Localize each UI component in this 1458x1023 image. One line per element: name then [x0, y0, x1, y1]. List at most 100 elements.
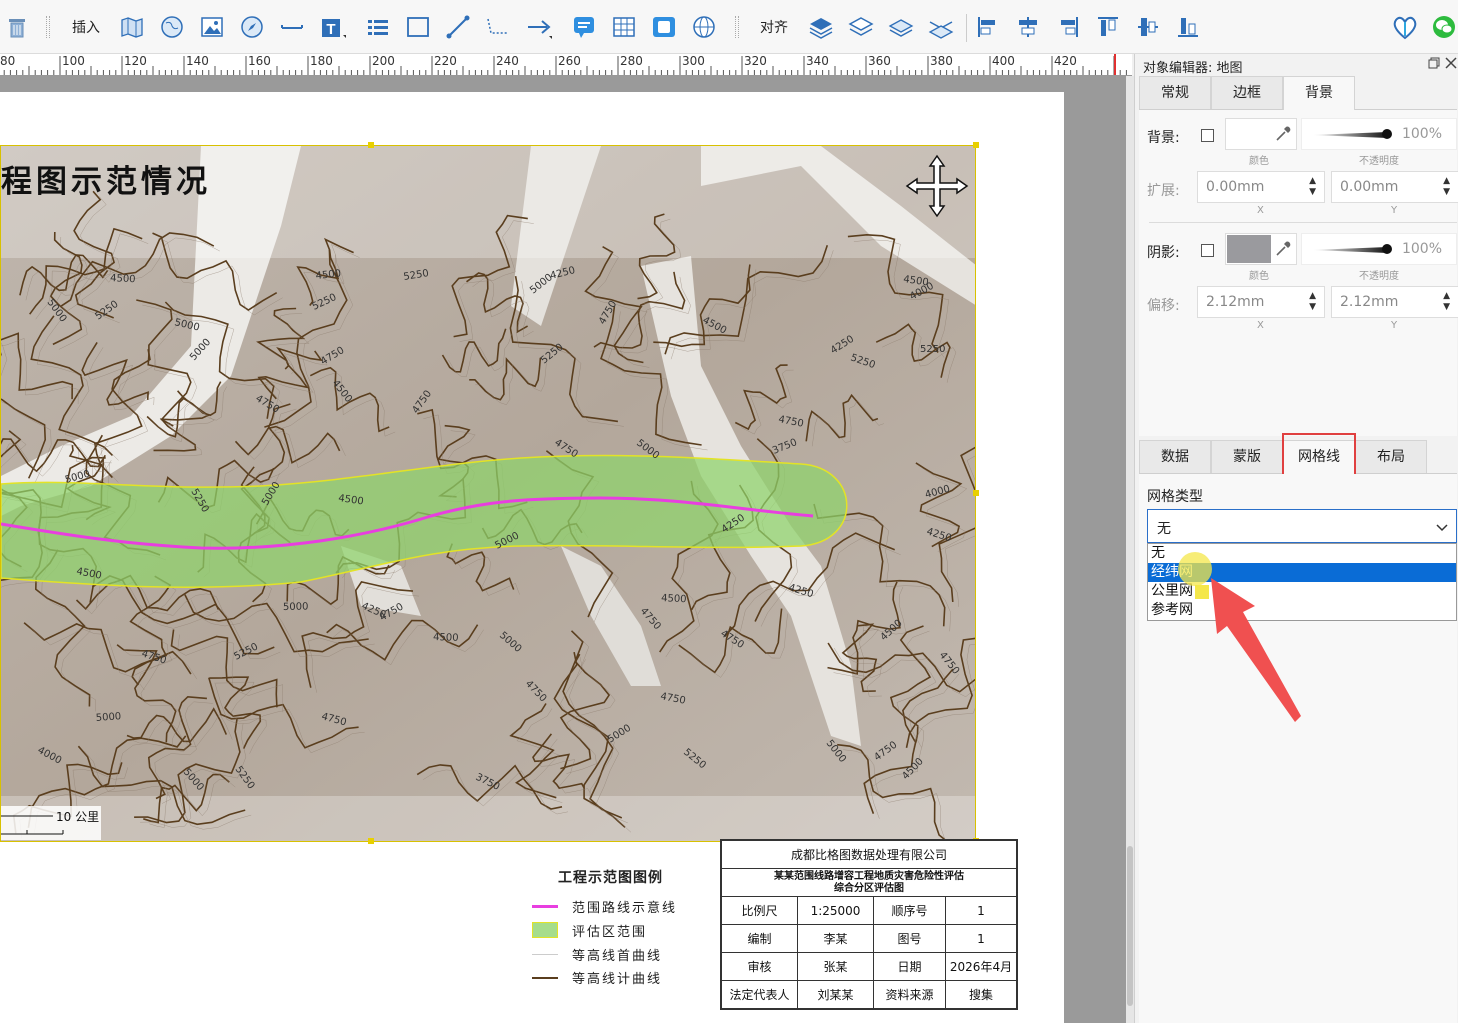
brand-logo-icon[interactable]: [1390, 13, 1420, 41]
canvas-vertical-scrollbar[interactable]: [1126, 76, 1134, 1023]
slider-track: [1312, 247, 1388, 253]
resize-handle-bottom[interactable]: [368, 838, 374, 844]
offset-x-input[interactable]: 2.12mm ▲ ▼: [1197, 286, 1325, 318]
polyline-icon[interactable]: [484, 13, 512, 41]
y-caption: Y: [1391, 205, 1398, 216]
chevron-down-icon[interactable]: [1436, 521, 1448, 536]
ruler-label: 420: [1054, 54, 1077, 68]
slider-knob[interactable]: [1382, 244, 1392, 254]
callout-icon[interactable]: [570, 13, 598, 41]
background-checkbox[interactable]: [1201, 129, 1214, 142]
layer-top-icon[interactable]: [806, 13, 836, 41]
grid-globe-icon[interactable]: [690, 13, 718, 41]
slider-value: 100%: [1401, 241, 1442, 257]
layer-up-icon[interactable]: [846, 13, 876, 41]
align-middle-icon[interactable]: [1134, 13, 1162, 41]
tab-data[interactable]: 数据: [1139, 440, 1211, 473]
svg-text:T: T: [326, 21, 335, 38]
spinner-arrows-icon[interactable]: ▲ ▼: [1309, 291, 1316, 313]
spinner-arrows-icon[interactable]: ▲ ▼: [1309, 176, 1316, 198]
map-frame[interactable]: 4500 4750 4000 3750 4250 4000 4250 4750 3750 4500…: [0, 145, 976, 842]
rectangle-icon[interactable]: [404, 13, 432, 41]
offset-x-value: 2.12mm: [1206, 294, 1265, 310]
extend-x-value: 0.00mm: [1206, 179, 1265, 195]
legend-label: 等高线首曲线: [572, 948, 663, 964]
horizontal-ruler: 80 100 120 140 160 180 200 220 240 260 280 300 320 34…: [0, 54, 1132, 76]
arrow-icon[interactable]: [524, 13, 554, 41]
subject-line-1: 某某范围线路增容工程地质灾害危险性评估: [774, 870, 964, 882]
eyedropper-icon[interactable]: [1274, 240, 1292, 262]
image-icon[interactable]: [198, 13, 226, 41]
background-opacity-slider[interactable]: 100%: [1301, 118, 1457, 150]
wechat-icon[interactable]: [1430, 13, 1458, 41]
slider-knob[interactable]: [1382, 129, 1392, 139]
legend-item-route: 范围路线示意线: [530, 896, 677, 916]
background-properties: 背景: 颜色 100% 不透明度 扩展: 0.00mm ▲ ▼ X 0.00mm …: [1139, 110, 1458, 436]
tab-general[interactable]: 常规: [1139, 76, 1211, 109]
extend-y-input[interactable]: 0.00mm ▲ ▼: [1331, 171, 1458, 203]
list-icon[interactable]: [364, 13, 392, 41]
resize-handle-top[interactable]: [368, 142, 374, 148]
compass-icon[interactable]: [238, 13, 266, 41]
resize-handle-top-right[interactable]: [973, 142, 979, 148]
extend-label: 扩展:: [1147, 183, 1180, 199]
table-cell: 资料来源: [873, 980, 946, 1009]
x-caption: X: [1257, 320, 1264, 331]
line-icon[interactable]: [444, 13, 472, 41]
table-cell: 1:25000: [797, 896, 874, 925]
tab-background[interactable]: 背景: [1283, 76, 1355, 110]
shadow-checkbox[interactable]: [1201, 244, 1214, 257]
layer-bottom-icon[interactable]: [926, 13, 956, 41]
tab-layout[interactable]: 布局: [1355, 440, 1427, 473]
panel-top-tabs: 常规 边框 背景: [1139, 76, 1457, 110]
table-row: 法定代表人 刘某某 资料来源 搜集: [721, 980, 1017, 1009]
ruler-label: 340: [806, 54, 829, 68]
spinner-arrows-icon[interactable]: ▲ ▼: [1443, 176, 1450, 198]
ruler-cursor-marker: [1114, 54, 1116, 75]
layout-page: 4500 4750 4000 3750 4250 4000 4250 4750 3750 4500…: [0, 92, 1064, 1023]
shadow-color-picker[interactable]: [1225, 233, 1297, 265]
align-left-icon[interactable]: [974, 13, 1002, 41]
background-color-swatch: [1227, 120, 1271, 148]
align-right-icon[interactable]: [1054, 13, 1082, 41]
table-row: 编制 李某 图号 1: [721, 924, 1017, 953]
close-icon[interactable]: [1445, 57, 1457, 73]
table-cell: 搜集: [945, 980, 1017, 1009]
align-button[interactable]: 对齐: [756, 13, 792, 41]
text-icon[interactable]: T: [318, 13, 348, 41]
title-block[interactable]: 成都比格图数据处理有限公司 某某范围线路增容工程地质灾害危险性评估 综合分区评估…: [720, 839, 1018, 1010]
table-cell: 1: [945, 896, 1017, 925]
insert-button[interactable]: 插入: [68, 13, 104, 41]
table-cell: 比例尺: [721, 896, 798, 925]
spinner-arrows-icon[interactable]: ▲ ▼: [1443, 291, 1450, 313]
map-icon[interactable]: [118, 13, 146, 41]
frame-icon[interactable]: [650, 13, 678, 41]
align-top-icon[interactable]: [1094, 13, 1122, 41]
table-icon[interactable]: [610, 13, 638, 41]
eyedropper-icon[interactable]: [1274, 125, 1292, 147]
grid-type-select[interactable]: 无: [1147, 509, 1457, 543]
ruler-label: 240: [496, 54, 519, 68]
delete-icon[interactable]: [4, 13, 30, 41]
ruler-label: 200: [372, 54, 395, 68]
layout-canvas: 4500 4750 4000 3750 4250 4000 4250 4750 3750 4500…: [0, 76, 1126, 1023]
tab-border[interactable]: 边框: [1211, 76, 1283, 109]
table-row: 比例尺 1:25000 顺序号 1: [721, 896, 1017, 925]
subject-cell: 某某范围线路增容工程地质灾害危险性评估 综合分区评估图: [721, 868, 1017, 897]
offset-y-input[interactable]: 2.12mm ▲ ▼: [1331, 286, 1458, 318]
globe-icon[interactable]: [158, 13, 186, 41]
align-bottom-icon[interactable]: [1174, 13, 1202, 41]
extend-x-input[interactable]: 0.00mm ▲ ▼: [1197, 171, 1325, 203]
restore-icon[interactable]: [1428, 57, 1440, 73]
align-center-h-icon[interactable]: [1014, 13, 1042, 41]
background-color-picker[interactable]: [1225, 118, 1297, 150]
ruler-label: 280: [620, 54, 643, 68]
shadow-opacity-slider[interactable]: 100%: [1301, 233, 1457, 265]
annotation-arrow: [1211, 578, 1301, 722]
grid-type-value: 无: [1157, 521, 1171, 537]
layer-down-icon[interactable]: [886, 13, 916, 41]
contour-label: 4500: [433, 632, 459, 644]
scalebar-icon[interactable]: [278, 13, 306, 41]
tab-mask[interactable]: 蒙版: [1211, 440, 1283, 473]
resize-handle-right[interactable]: [973, 490, 979, 496]
